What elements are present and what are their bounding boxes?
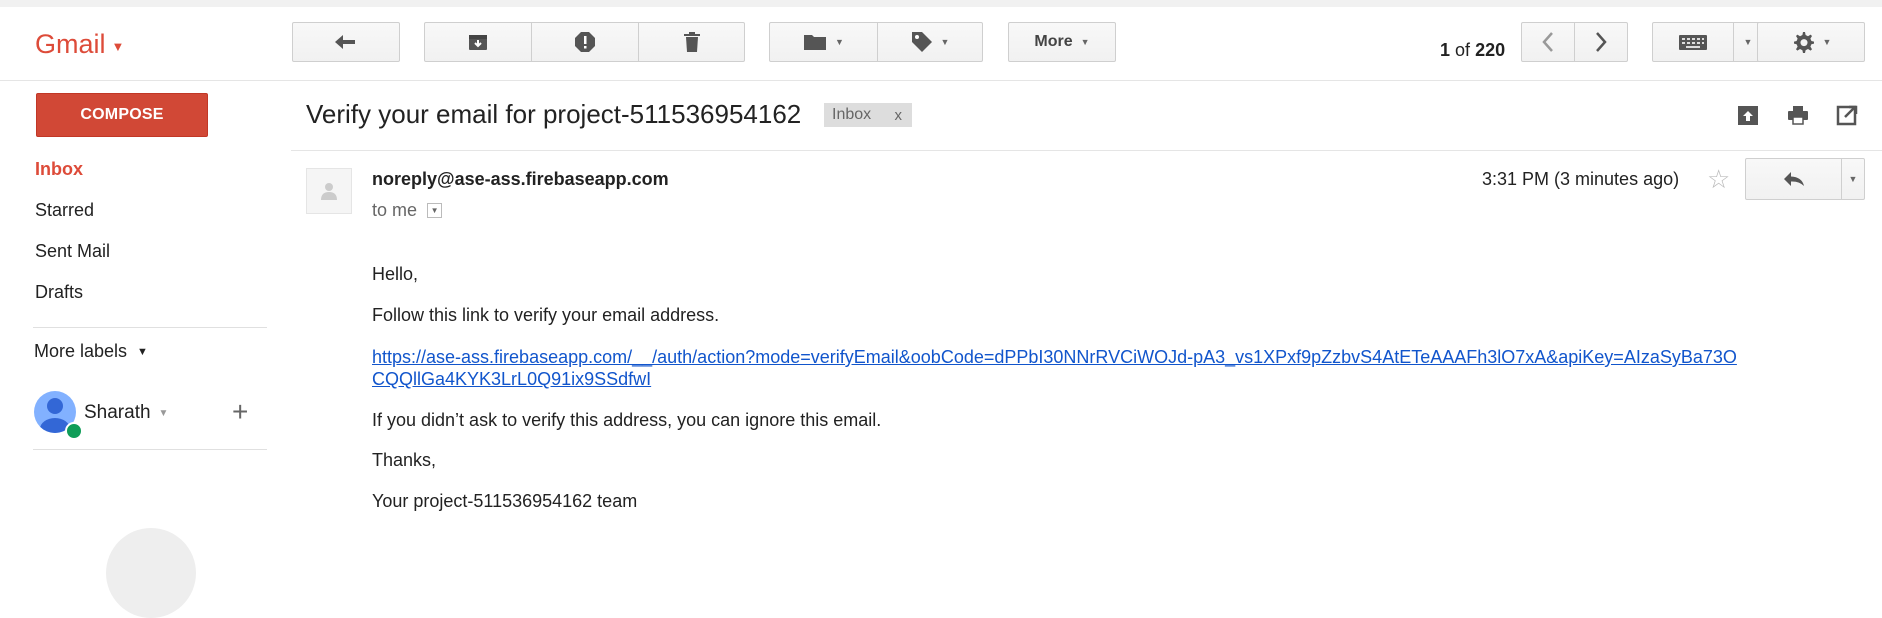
sender-avatar[interactable]: [306, 168, 352, 214]
user-name: Sharath: [84, 402, 151, 423]
caret-down-icon: ▼: [158, 407, 169, 419]
recipient-text: to me: [372, 200, 418, 220]
star-toggle[interactable]: ☆: [1707, 166, 1730, 192]
email-ignore-note: If you didn’t ask to verify this address…: [372, 410, 882, 430]
sidebar-item-inbox[interactable]: Inbox: [35, 159, 83, 180]
label-chip-inbox[interactable]: Inbox x: [824, 103, 912, 127]
presence-status-icon: [65, 422, 83, 440]
input-tools-button[interactable]: [1652, 22, 1734, 62]
more-reply-options-button[interactable]: ▼: [1841, 158, 1865, 200]
hangouts-placeholder-circle: [106, 528, 196, 618]
top-toolbar: Gmail ▼ ▼ ▼ More ▼ 1 of 220 ▼ ▼: [0, 7, 1882, 81]
verify-email-link[interactable]: https://ase-ass.firebaseapp.com/__/auth/…: [372, 346, 1742, 390]
more-labels-text: More labels: [34, 341, 128, 361]
archive-icon: [469, 35, 487, 50]
pager-current: 1: [1440, 40, 1451, 60]
move-to-button[interactable]: ▼: [769, 22, 878, 62]
reply-button[interactable]: [1745, 158, 1842, 200]
folder-icon: [804, 35, 827, 50]
pager-total: 220: [1475, 40, 1506, 60]
gmail-logo: Gmail: [35, 29, 106, 59]
email-instruction: Follow this link to verify your email ad…: [372, 305, 720, 325]
caret-down-icon: ▼: [1080, 37, 1090, 47]
reply-arrow-icon: [1783, 172, 1804, 186]
older-button[interactable]: [1574, 22, 1628, 62]
back-button[interactable]: [292, 22, 400, 62]
default-person-icon: [321, 183, 337, 200]
sender-email[interactable]: noreply@ase-ass.firebaseapp.com: [372, 169, 669, 190]
recipient-line: to me ▼: [372, 200, 443, 221]
keyboard-icon: [1679, 35, 1707, 50]
email-timestamp: 3:31 PM (3 minutes ago): [1482, 169, 1680, 189]
sidebar-item-starred[interactable]: Starred: [35, 200, 94, 221]
gmail-logo-menu[interactable]: Gmail ▼: [35, 29, 124, 60]
more-labels-toggle[interactable]: More labels ▼: [34, 341, 148, 362]
chevron-left-icon: [1542, 32, 1553, 52]
print-all-button[interactable]: [1787, 104, 1809, 126]
pager-count: 1 of 220: [1440, 40, 1505, 61]
new-hangout-button[interactable]: +: [232, 398, 248, 426]
trash-icon: [683, 32, 700, 52]
email-subject: Verify your email for project-5115369541…: [306, 99, 802, 129]
open-in-new-window-icon: [1836, 105, 1858, 126]
top-strip: [0, 0, 1882, 7]
archive-button[interactable]: [424, 22, 532, 62]
new-window-button[interactable]: [1836, 104, 1858, 126]
report-spam-icon: [575, 32, 595, 52]
caret-down-icon: ▼: [940, 37, 950, 47]
compose-button[interactable]: COMPOSE: [36, 93, 208, 137]
sidebar-divider: [33, 449, 267, 450]
hangouts-user-menu[interactable]: Sharath ▼: [84, 402, 168, 424]
caret-down-icon: ▼: [1743, 37, 1753, 47]
email-signature: Your project-511536954162 team: [372, 491, 638, 511]
collapse-all-icon: [1738, 106, 1758, 125]
sidebar-item-sent-mail[interactable]: Sent Mail: [35, 241, 110, 262]
show-details-button[interactable]: ▼: [427, 203, 443, 218]
tag-icon: [911, 32, 932, 52]
email-thanks: Thanks,: [372, 450, 437, 470]
email-greeting: Hello,: [372, 264, 419, 284]
subject-divider: [291, 150, 1882, 151]
remove-label-button[interactable]: x: [895, 107, 903, 124]
sidebar-item-drafts[interactable]: Drafts: [35, 282, 83, 303]
labels-button[interactable]: ▼: [877, 22, 983, 62]
settings-button[interactable]: ▼: [1757, 22, 1865, 62]
label-chip-text: Inbox: [832, 106, 872, 123]
report-spam-button[interactable]: [531, 22, 639, 62]
reply-arrow-icon: [335, 35, 355, 49]
more-button[interactable]: More ▼: [1008, 22, 1116, 62]
chevron-right-icon: [1596, 32, 1607, 52]
caret-down-icon: ▼: [835, 37, 844, 47]
sidebar-divider: [33, 327, 267, 328]
caret-down-icon: ▼: [1848, 174, 1858, 184]
newer-button[interactable]: [1521, 22, 1575, 62]
gear-icon: [1793, 32, 1814, 53]
more-button-label: More: [1034, 33, 1073, 50]
delete-button[interactable]: [638, 22, 745, 62]
expand-all-button[interactable]: [1737, 104, 1759, 126]
caret-down-icon: ▼: [1822, 37, 1832, 47]
caret-down-icon: ▼: [137, 345, 148, 358]
printer-icon: [1788, 106, 1808, 125]
pager-of: of: [1455, 40, 1471, 60]
caret-down-icon: ▼: [111, 39, 125, 54]
